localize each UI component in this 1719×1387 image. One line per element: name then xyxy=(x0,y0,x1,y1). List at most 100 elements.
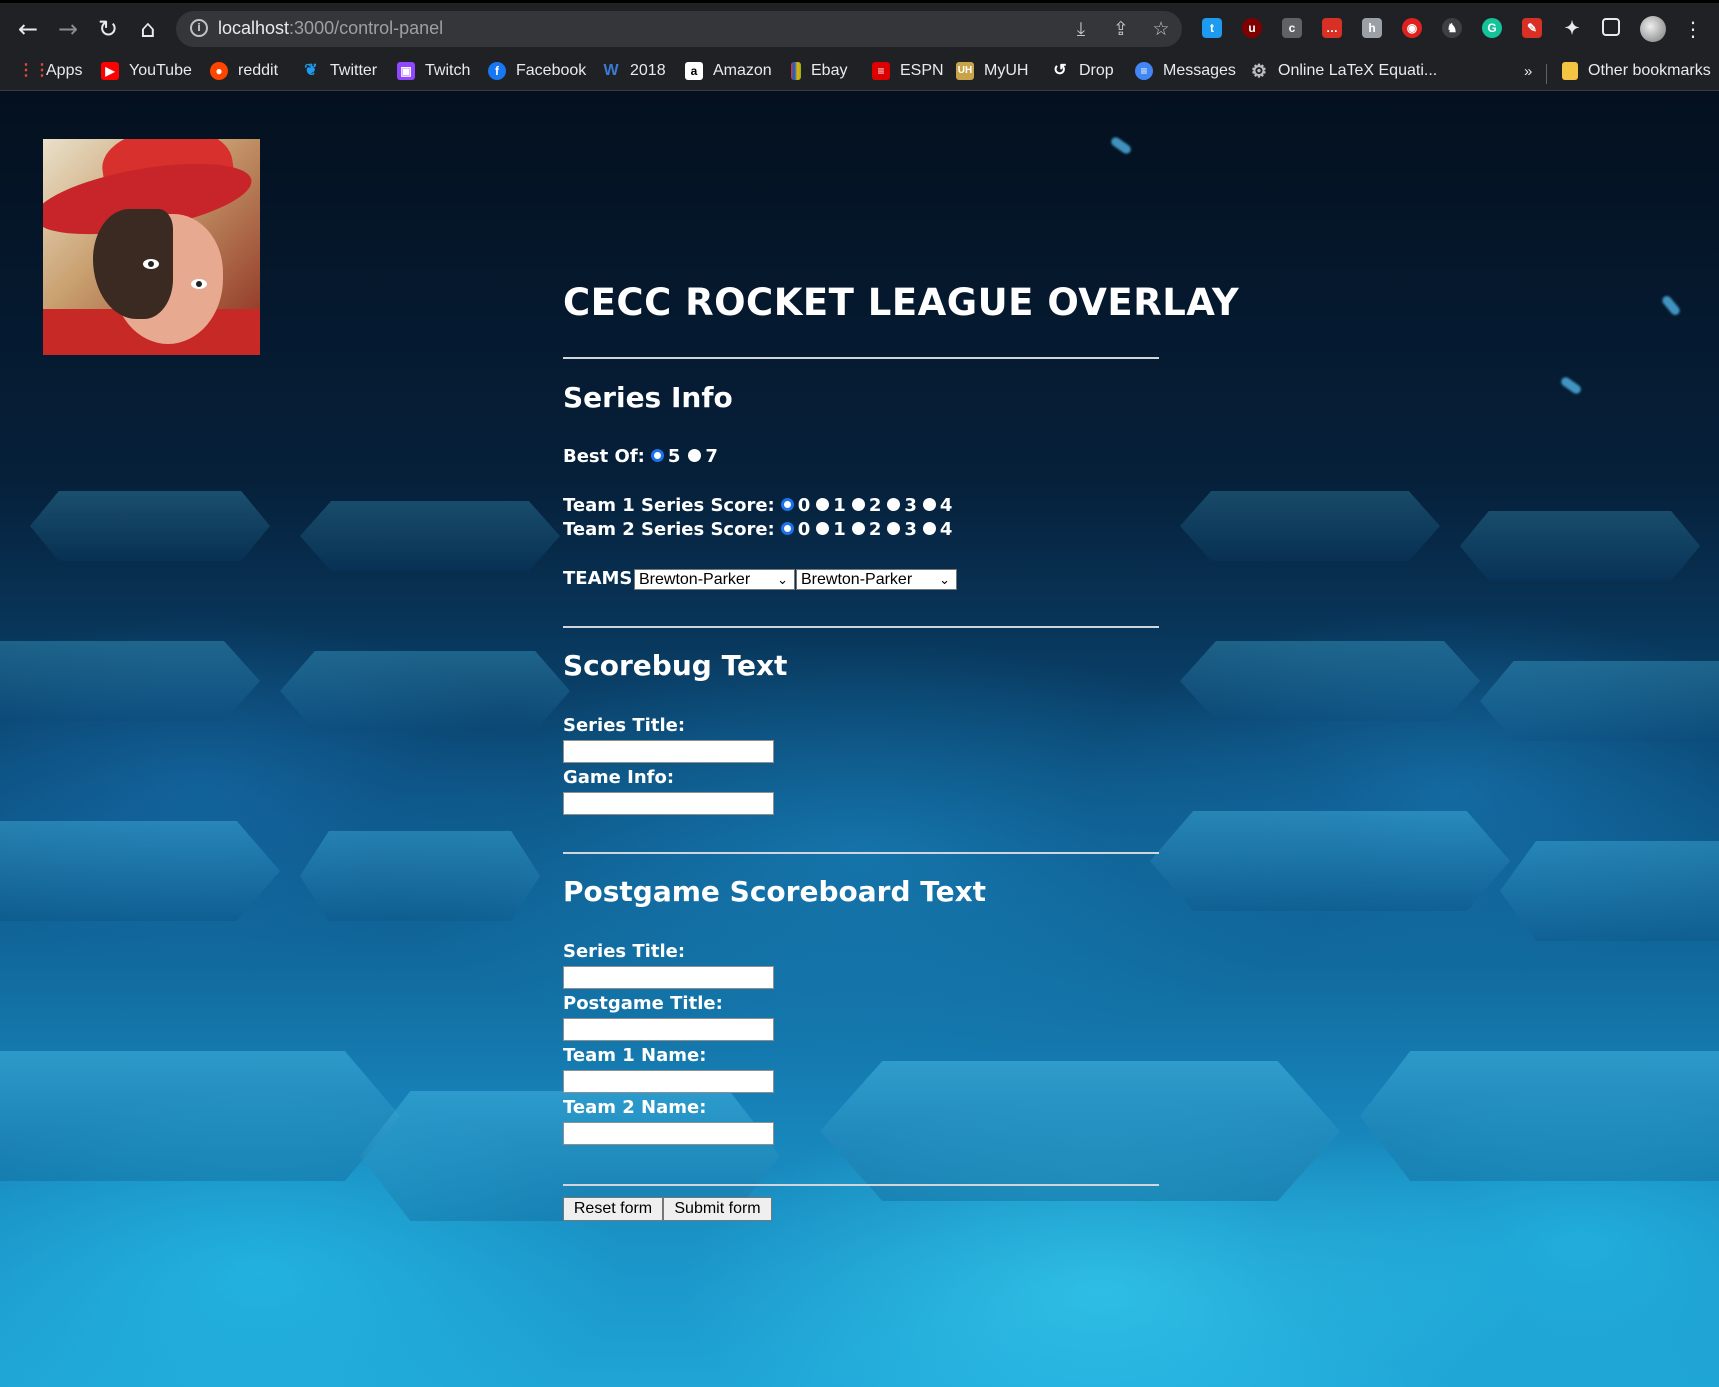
page-background: CECC ROCKET LEAGUE OVERLAY Series Info B… xyxy=(0,91,1719,1387)
espn-icon: ≡ xyxy=(872,62,890,80)
messages-icon: ≡ xyxy=(1135,62,1153,80)
best-of-7-radio[interactable] xyxy=(688,449,702,462)
team2-score-1-radio[interactable] xyxy=(816,522,830,535)
ebay-icon xyxy=(791,62,801,80)
reset-form-button[interactable]: Reset form xyxy=(563,1197,663,1221)
submit-form-button[interactable]: Submit form xyxy=(663,1197,772,1221)
amazon-icon: a xyxy=(685,62,703,80)
postgame-series-title-label: Series Title: xyxy=(563,941,686,962)
team2-name-input[interactable] xyxy=(563,1122,774,1145)
best-of-5-label: 5 xyxy=(667,446,681,467)
wordpress-icon: W xyxy=(603,62,619,79)
css-extension-icon[interactable]: c xyxy=(1282,18,1302,38)
team2-score-0-radio[interactable] xyxy=(780,522,794,535)
team1-score-0-radio[interactable] xyxy=(780,498,794,511)
twitter-extension-icon[interactable]: t xyxy=(1202,18,1222,38)
team2-score-label: Team 2 Series Score: xyxy=(563,519,775,540)
side-panel-icon[interactable] xyxy=(1602,18,1620,36)
postgame-title-input[interactable] xyxy=(563,1018,774,1041)
youtube-icon: ▶ xyxy=(101,62,119,80)
bookmarks-divider xyxy=(1546,64,1547,84)
bookmark-twitter[interactable]: ❦ Twitter xyxy=(302,58,377,84)
score-option-label: 4 xyxy=(939,495,953,516)
team2-name-label: Team 2 Name: xyxy=(563,1097,707,1118)
team1-name-input[interactable] xyxy=(563,1070,774,1093)
gear-icon: ⚙ xyxy=(1250,61,1268,81)
score-option-label: 4 xyxy=(939,519,953,540)
postgame-series-title-input[interactable] xyxy=(563,966,774,989)
game-info-input[interactable] xyxy=(563,792,774,815)
team1-score-1-radio[interactable] xyxy=(816,498,830,511)
team2-select-value: Brewton-Parker xyxy=(801,571,913,588)
bookmark-latex[interactable]: ⚙ Online LaTeX Equati... xyxy=(1250,58,1437,84)
game-info-label: Game Info: xyxy=(563,767,675,788)
color-picker-extension-icon[interactable]: ✎ xyxy=(1522,18,1542,38)
light-streak-decoration xyxy=(1559,375,1583,396)
divider xyxy=(563,626,1159,628)
grammarly-extension-icon[interactable]: G xyxy=(1482,18,1502,38)
bookmark-apps[interactable]: ⋮⋮ Apps xyxy=(18,58,82,84)
address-bar[interactable]: i localhost:3000/control-panel ⤓ ⇪ ☆ xyxy=(176,11,1182,47)
team2-select[interactable]: Brewton-Parker ⌄ xyxy=(796,569,957,590)
scorebug-series-title-label: Series Title: xyxy=(563,715,686,736)
bookmark-reddit[interactable]: ● reddit xyxy=(210,58,278,84)
team2-score-row: Team 2 Series Score: 0 1 2 3 4 xyxy=(563,519,952,540)
team2-score-4-radio[interactable] xyxy=(922,522,936,535)
home-icon[interactable]: ⌂ xyxy=(135,16,161,42)
folder-icon xyxy=(1562,62,1578,80)
team1-name-label: Team 1 Name: xyxy=(563,1045,707,1066)
team1-score-2-radio[interactable] xyxy=(851,498,865,511)
red-extension-icon[interactable]: ◉ xyxy=(1402,18,1422,38)
light-streak-decoration xyxy=(1109,135,1133,156)
bookmarks-bar: ⋮⋮ Apps ▶ YouTube ● reddit ❦ Twitter ▣ Twitch… xyxy=(0,52,1719,91)
divider xyxy=(563,852,1159,854)
bookmark-messages[interactable]: ≡ Messages xyxy=(1135,58,1236,84)
bookmark-myuh[interactable]: UH MyUH xyxy=(956,58,1028,84)
chevron-down-icon: ⌄ xyxy=(939,572,950,587)
postgame-heading: Postgame Scoreboard Text xyxy=(563,875,987,908)
bookmark-facebook[interactable]: f Facebook xyxy=(488,58,586,84)
reload-icon[interactable]: ↻ xyxy=(95,16,121,42)
bookmark-star-icon[interactable]: ☆ xyxy=(1150,18,1172,40)
back-icon[interactable]: ← xyxy=(15,16,41,42)
light-streak-decoration xyxy=(1660,294,1682,317)
site-info-icon[interactable]: i xyxy=(190,19,208,37)
team2-score-2-radio[interactable] xyxy=(851,522,865,535)
team1-select[interactable]: Brewton-Parker ⌄ xyxy=(634,569,795,590)
bookmark-amazon[interactable]: a Amazon xyxy=(685,58,772,84)
divider xyxy=(563,1184,1159,1186)
profile-avatar-icon[interactable] xyxy=(1640,16,1666,42)
lastpass-extension-icon[interactable]: … xyxy=(1322,18,1342,38)
bird-extension-icon[interactable]: ♞ xyxy=(1442,18,1462,38)
forward-icon[interactable]: → xyxy=(55,16,81,42)
team1-score-4-radio[interactable] xyxy=(922,498,936,511)
score-option-label: 2 xyxy=(868,495,882,516)
menu-kebab-icon[interactable]: ⋮ xyxy=(1680,16,1706,42)
bookmark-drop[interactable]: ↺ Drop xyxy=(1051,58,1113,84)
series-info-heading: Series Info xyxy=(563,381,733,414)
bookmark-youtube[interactable]: ▶ YouTube xyxy=(101,58,192,84)
bookmark-espn[interactable]: ≡ ESPN xyxy=(872,58,944,84)
scorebug-heading: Scorebug Text xyxy=(563,649,788,682)
twitch-icon: ▣ xyxy=(397,62,415,80)
bookmark-twitch[interactable]: ▣ Twitch xyxy=(397,58,470,84)
ublock-extension-icon[interactable]: u xyxy=(1242,18,1262,38)
best-of-label: Best Of: xyxy=(563,446,645,467)
scorebug-series-title-input[interactable] xyxy=(563,740,774,763)
grey-extension-icon[interactable]: h xyxy=(1362,18,1382,38)
reddit-icon: ● xyxy=(210,62,228,80)
team2-score-3-radio[interactable] xyxy=(887,522,901,535)
best-of-5-radio[interactable] xyxy=(650,449,664,462)
install-icon[interactable]: ⤓ xyxy=(1070,18,1092,40)
bookmark-2018[interactable]: W 2018 xyxy=(602,58,665,84)
extensions-puzzle-icon[interactable]: ✦ xyxy=(1562,18,1582,38)
browser-toolbar: ← → ↻ ⌂ i localhost:3000/control-panel ⤓… xyxy=(0,0,1719,55)
share-icon[interactable]: ⇪ xyxy=(1110,18,1132,40)
team1-score-label: Team 1 Series Score: xyxy=(563,495,775,516)
team1-score-3-radio[interactable] xyxy=(887,498,901,511)
other-bookmarks[interactable]: Other bookmarks xyxy=(1562,58,1711,84)
bookmark-ebay[interactable]: Ebay xyxy=(791,58,847,84)
divider xyxy=(563,357,1159,359)
url-text[interactable]: localhost:3000/control-panel xyxy=(218,18,443,39)
bookmarks-overflow-icon[interactable]: » xyxy=(1524,58,1532,84)
